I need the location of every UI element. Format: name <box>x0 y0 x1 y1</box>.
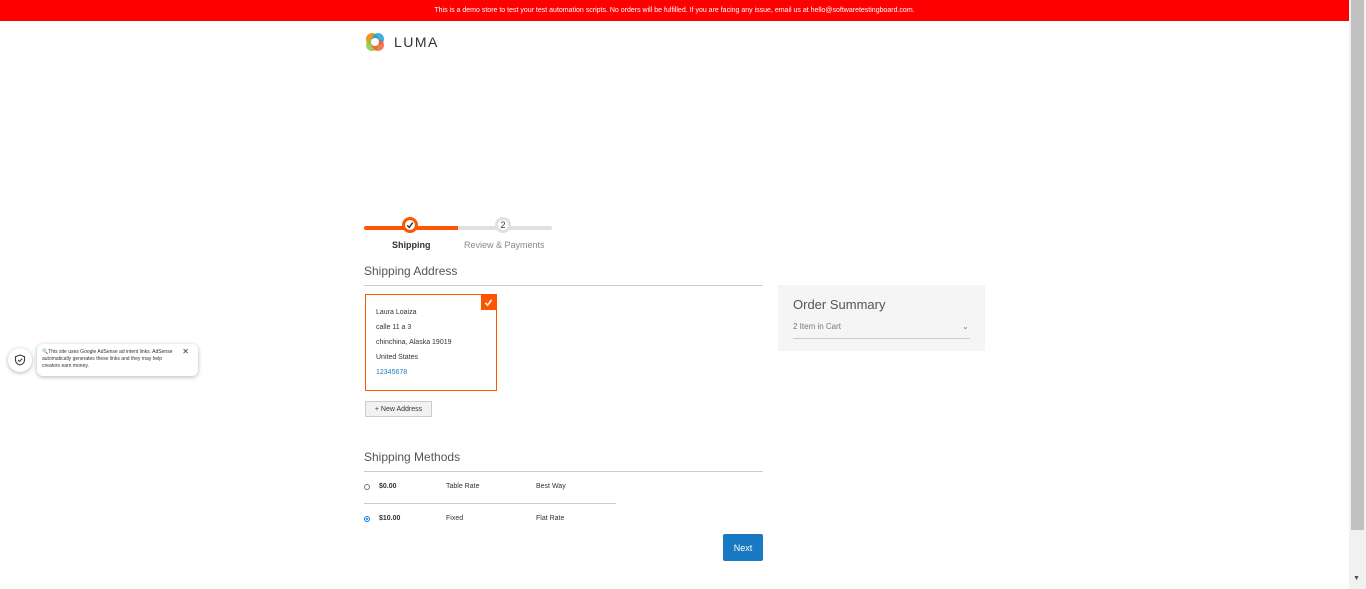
items-in-cart-toggle[interactable]: 2 Item in Cart <box>793 322 841 331</box>
luma-logo[interactable]: LUMA <box>364 31 439 53</box>
checkout-progress-bar: 2 Shipping Review & Payments <box>364 216 552 256</box>
next-button[interactable]: Next <box>723 534 763 561</box>
luma-logo-icon <box>366 33 384 51</box>
logo-text: LUMA <box>394 34 439 50</box>
demo-store-banner: This is a demo store to test your test a… <box>0 0 1349 21</box>
address-phone-link[interactable]: 12345678 <box>376 367 486 382</box>
order-summary-divider <box>793 338 970 339</box>
step-shipping-label[interactable]: Shipping <box>392 240 431 250</box>
shipping-method-carrier: Flat Rate <box>536 515 565 522</box>
address-city-line: chinchina, Alaska 19019 <box>376 339 452 346</box>
adsense-shield-icon[interactable] <box>8 348 32 372</box>
scroll-down-arrow-icon[interactable]: ▼ <box>1353 575 1360 582</box>
shipping-method-price: $0.00 <box>379 483 397 490</box>
selected-check-icon <box>481 295 496 310</box>
order-summary-panel: Order Summary 2 Item in Cart ⌄ <box>778 285 985 351</box>
shipping-method-radio-selected[interactable] <box>364 516 370 522</box>
checkmark-icon <box>406 222 414 229</box>
adsense-tooltip: 🔍This site uses Google AdSense ad intent… <box>37 344 198 376</box>
method-row-divider <box>364 503 616 504</box>
adsense-tooltip-text: 🔍This site uses Google AdSense ad intent… <box>42 349 173 369</box>
address-country: United States <box>376 354 419 361</box>
shipping-address-card[interactable]: Laura Loaiza calle 11 a 3 chinchina, Ala… <box>365 294 497 391</box>
shipping-method-row-table-rate[interactable]: $0.00 Table Rate Best Way <box>364 481 616 495</box>
step-shipping-indicator <box>402 217 418 233</box>
address-name: Laura Loaiza <box>376 309 417 316</box>
step-review-payments-label[interactable]: Review & Payments <box>464 240 545 250</box>
shield-icon <box>14 354 26 366</box>
shipping-method-price: $10.00 <box>379 515 401 522</box>
shipping-method-title: Fixed <box>446 515 464 522</box>
shipping-method-radio[interactable] <box>364 484 370 490</box>
chevron-down-icon[interactable]: ⌄ <box>962 322 969 331</box>
order-summary-title: Order Summary <box>793 297 886 312</box>
step-review-indicator: 2 <box>495 217 511 233</box>
shipping-methods-title: Shipping Methods <box>364 450 461 464</box>
shipping-method-row-flat-rate[interactable]: $10.00 Fixed Flat Rate <box>364 513 616 527</box>
shipping-methods-divider <box>364 471 763 472</box>
shipping-address-divider <box>364 285 763 286</box>
new-address-button[interactable]: + New Address <box>365 401 432 417</box>
shipping-method-carrier: Best Way <box>536 483 566 490</box>
shipping-method-title: Table Rate <box>446 483 480 490</box>
address-street: calle 11 a 3 <box>376 324 412 331</box>
scrollbar-thumb[interactable] <box>1351 0 1364 530</box>
close-icon[interactable]: ✕ <box>182 348 189 356</box>
shipping-address-title: Shipping Address <box>364 264 458 278</box>
